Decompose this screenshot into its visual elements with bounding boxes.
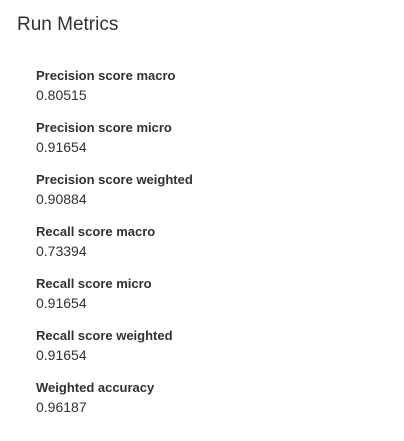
- metric-item-recall-score-macro: Recall score macro 0.73394: [36, 223, 376, 275]
- metric-label: Precision score micro: [36, 120, 172, 135]
- metric-label: Precision score macro: [36, 68, 176, 83]
- metric-label: Recall score macro: [36, 224, 156, 239]
- metric-item-precision-score-micro: Precision score micro 0.91654: [36, 119, 376, 171]
- metric-item-recall-score-micro: Recall score micro 0.91654: [36, 275, 376, 327]
- metric-value: 0.91654: [36, 139, 87, 155]
- metric-label: Recall score micro: [36, 276, 152, 291]
- metric-value: 0.73394: [36, 243, 87, 259]
- metric-label: Precision score weighted: [36, 172, 193, 187]
- metric-value: 0.90884: [36, 191, 87, 207]
- metric-item-weighted-accuracy: Weighted accuracy 0.96187: [36, 379, 376, 431]
- metric-label: Weighted accuracy: [36, 380, 155, 395]
- metric-value: 0.80515: [36, 87, 87, 103]
- metric-value: 0.96187: [36, 399, 87, 415]
- panel-title: Run Metrics: [17, 14, 119, 35]
- metric-value: 0.91654: [36, 347, 87, 363]
- metric-list: Precision score macro 0.80515 Precision …: [36, 67, 376, 431]
- metric-value: 0.91654: [36, 295, 87, 311]
- metric-label: Recall score weighted: [36, 328, 173, 343]
- metric-item-precision-score-weighted: Precision score weighted 0.90884: [36, 171, 376, 223]
- metric-item-recall-score-weighted: Recall score weighted 0.91654: [36, 327, 376, 379]
- run-metrics-panel: Run Metrics Precision score macro 0.8051…: [0, 0, 404, 441]
- metric-item-precision-score-macro: Precision score macro 0.80515: [36, 67, 376, 119]
